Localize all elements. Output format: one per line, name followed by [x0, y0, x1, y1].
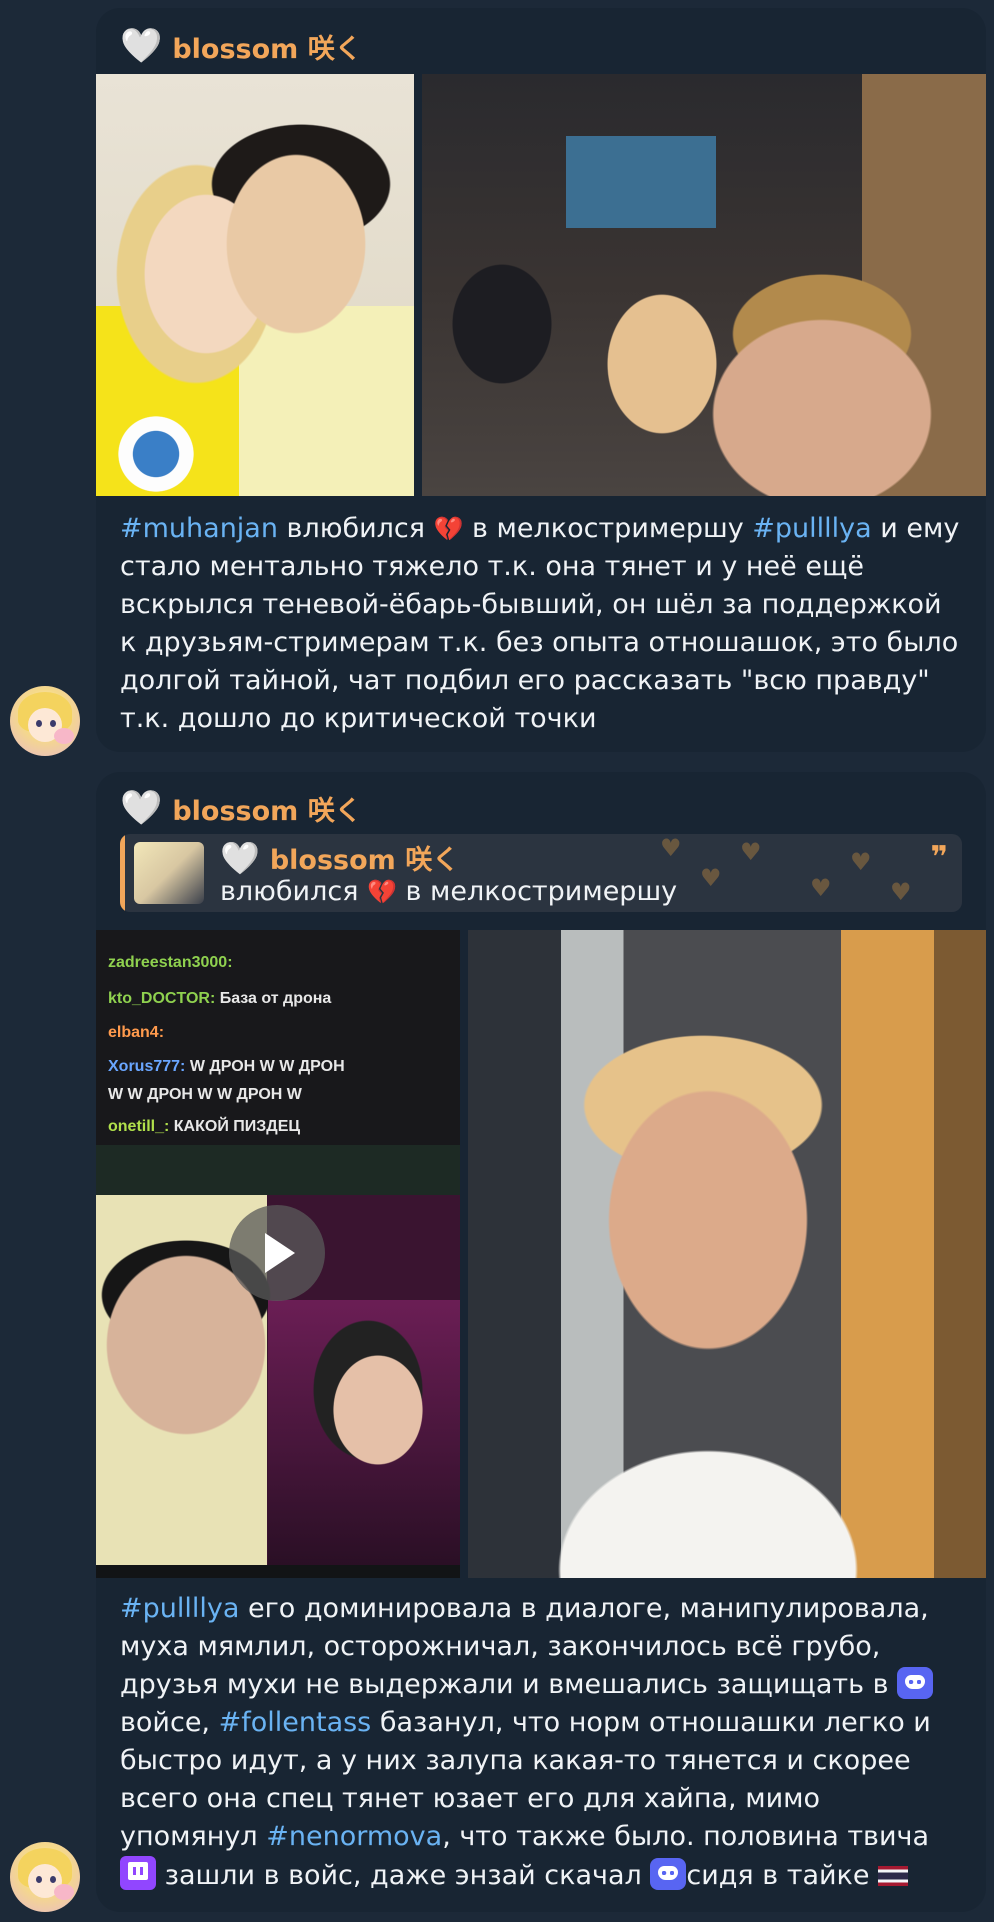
sender-avatar[interactable] [10, 686, 80, 756]
sender-header: 🤍 blossom 咲く [120, 788, 362, 828]
reply-thumbnail [134, 842, 204, 904]
heart-pattern-icon: ♥ [700, 864, 722, 892]
browser-strip [96, 1145, 460, 1195]
quote-icon: ❞ [930, 840, 948, 875]
reply-sender-name: blossom 咲く [269, 845, 460, 876]
photo-couple[interactable] [96, 74, 414, 496]
white-heart-icon: 🤍 [220, 838, 260, 877]
play-icon[interactable] [229, 1205, 325, 1301]
streamer-inset [268, 1300, 460, 1565]
video-thumbnail[interactable]: zadreestan3000: kto_DOCTOR: База от дрон… [96, 930, 460, 1578]
chat-line: zadreestan3000: [108, 954, 233, 971]
sender-header: 🤍 blossom 咲く [120, 26, 362, 66]
sender-name[interactable]: blossom 咲く [172, 27, 361, 66]
heart-pattern-icon: ♥ [810, 874, 832, 902]
thailand-flag-emoji [878, 1866, 909, 1886]
heart-pattern-icon: ♥ [890, 878, 912, 906]
heart-pattern-icon: ♥ [850, 848, 872, 876]
heart-pattern-icon: ♥ [740, 838, 762, 866]
hashtag-link[interactable]: #nenormova [266, 1821, 442, 1852]
sender-name[interactable]: blossom 咲く [172, 789, 361, 828]
stream-chat-overlay: zadreestan3000: kto_DOCTOR: База от дрон… [96, 930, 460, 1145]
discord-icon [897, 1667, 934, 1699]
photo-group[interactable] [422, 74, 986, 496]
chat-line: onetill_: КАКОЙ ПИЗДЕЦ [108, 1118, 301, 1135]
hashtag-link[interactable]: #pullllya [120, 1593, 239, 1624]
heart-pattern-icon: ♥ [660, 834, 682, 862]
white-heart-icon: 🤍 [120, 788, 163, 828]
hashtag-link[interactable]: #follentass [219, 1707, 372, 1738]
reply-text: влюбился 💔 в мелкостримершу [220, 876, 678, 907]
broken-heart-emoji: 💔 [367, 878, 397, 906]
broken-heart-emoji: 💔 [433, 515, 464, 543]
hashtag-link[interactable]: #pullllya [752, 513, 871, 544]
chat-line: kto_DOCTOR: База от дрона [108, 990, 332, 1007]
discord-icon [650, 1858, 687, 1890]
photo-selfie[interactable] [468, 930, 986, 1578]
hashtag-link[interactable]: #muhanjan [120, 513, 278, 544]
reply-quote[interactable]: 🤍 blossom 咲く влюбился 💔 в мелкостримершу… [120, 834, 962, 912]
message-bubble[interactable]: 🤍 blossom 咲く 🤍 blossom 咲く влюбился 💔 в м… [96, 772, 986, 1912]
white-heart-icon: 🤍 [120, 26, 163, 66]
sender-avatar[interactable] [10, 1842, 80, 1912]
message-text: #muhanjan влюбился 💔 в мелкостримершу #p… [120, 513, 960, 734]
message-bubble[interactable]: 🤍 blossom 咲く #muhanjan влюбился 💔 в мелк… [96, 8, 986, 752]
chat-line: elban4: [108, 1024, 165, 1041]
chat-line: Xorus777: W ДРОН W W ДРОН [108, 1058, 345, 1075]
chat-line: W W ДРОН W W ДРОН W [108, 1086, 302, 1103]
message-text: #pullllya его доминировала в диалоге, ма… [120, 1590, 962, 1895]
reply-sender: 🤍 blossom 咲く [220, 838, 459, 877]
twitch-icon [120, 1856, 156, 1890]
reply-accent-bar [120, 834, 125, 912]
